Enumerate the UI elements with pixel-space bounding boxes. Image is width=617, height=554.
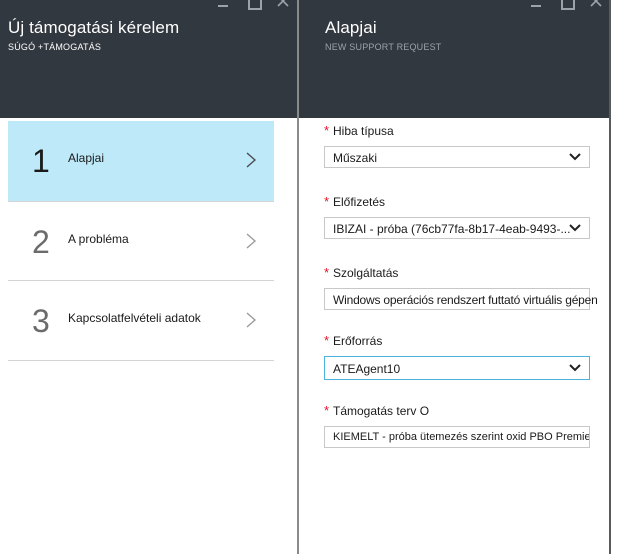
required-star: * xyxy=(324,194,330,209)
subscription-field: * Előfizetés IBIZAI - próba (76cb77fa-8b… xyxy=(324,194,590,239)
step-label: A probléma xyxy=(68,232,129,246)
wizard-steps: 1 Alapjai 2 A probléma 3 Kapcsolatfelvét… xyxy=(8,121,274,361)
service-label: Szolgáltatás xyxy=(333,266,399,280)
maximize-icon[interactable] xyxy=(246,0,262,12)
step-number: 3 xyxy=(32,303,50,339)
minimize-icon[interactable] xyxy=(216,0,230,12)
window-controls xyxy=(529,0,603,12)
window-controls xyxy=(216,0,290,12)
step-contact-info[interactable]: 3 Kapcsolatfelvételi adatok xyxy=(8,281,274,361)
resource-select[interactable]: ATEAgent10 xyxy=(324,356,590,380)
subscription-select[interactable]: IBIZAI - próba (76cb77fa-8b17-4eab-9493-… xyxy=(324,217,590,239)
service-value: Windows operációs rendszert futtató virt… xyxy=(333,293,598,307)
new-support-request-blade: Új támogatási kérelem SÚGÓ +TÁMOGATÁS 1 … xyxy=(0,0,298,554)
required-star: * xyxy=(324,123,330,138)
chevron-right-icon xyxy=(246,233,257,249)
support-plan-label: Támogatás terv O xyxy=(333,404,430,418)
minimize-icon[interactable] xyxy=(529,0,543,12)
support-request-window: Új támogatási kérelem SÚGÓ +TÁMOGATÁS 1 … xyxy=(0,0,617,554)
subscription-label: Előfizetés xyxy=(333,195,386,209)
blade-title: Alapjai xyxy=(325,18,377,37)
field-label: * Támogatás terv O xyxy=(324,403,590,420)
basics-blade: Alapjai NEW SUPPORT REQUEST * Hiba típus… xyxy=(299,0,611,554)
chevron-right-icon xyxy=(246,312,257,328)
problem-type-field: * Hiba típusa Műszaki xyxy=(324,123,590,168)
problem-type-label: Hiba típusa xyxy=(333,124,394,138)
step-number: 1 xyxy=(32,143,50,179)
problem-type-value: Műszaki xyxy=(333,151,378,165)
resource-field: * Erőforrás ATEAgent10 xyxy=(324,333,590,380)
step-basics[interactable]: 1 Alapjai xyxy=(8,121,274,201)
service-field: * Szolgáltatás Windows operációs rendsze… xyxy=(324,265,598,310)
blade-subtitle: SÚGÓ +TÁMOGATÁS xyxy=(8,42,102,52)
maximize-icon[interactable] xyxy=(559,0,575,12)
field-label: * Szolgáltatás xyxy=(324,265,590,282)
subscription-value: IBIZAI - próba (76cb77fa-8b17-4eab-9493-… xyxy=(333,222,571,236)
required-star: * xyxy=(324,403,330,418)
close-icon[interactable] xyxy=(276,0,290,12)
step-label: Alapjai xyxy=(68,151,105,165)
blade-header: Alapjai NEW SUPPORT REQUEST xyxy=(299,0,611,118)
resource-value: ATEAgent10 xyxy=(333,362,401,376)
step-number: 2 xyxy=(32,224,50,260)
close-icon[interactable] xyxy=(589,0,603,12)
problem-type-select[interactable]: Műszaki xyxy=(324,146,590,168)
service-select[interactable]: Windows operációs rendszert futtató virt… xyxy=(324,288,598,310)
chevron-down-icon xyxy=(569,153,581,161)
step-label: Kapcsolatfelvételi adatok xyxy=(68,311,201,325)
window-margin xyxy=(611,0,617,554)
chevron-down-icon xyxy=(569,364,581,372)
field-label: * Előfizetés xyxy=(324,194,590,211)
chevron-down-icon xyxy=(569,224,581,232)
support-plan-select[interactable]: KIEMELT - próba ütemezés szerint oxid PB… xyxy=(324,426,590,448)
resource-label: Erőforrás xyxy=(333,334,383,348)
required-star: * xyxy=(324,333,330,348)
support-plan-value: KIEMELT - próba ütemezés szerint oxid PB… xyxy=(333,431,590,443)
step-problem[interactable]: 2 A probléma xyxy=(8,201,274,281)
chevron-right-icon xyxy=(246,152,257,168)
field-label: * Hiba típusa xyxy=(324,123,590,140)
blade-title: Új támogatási kérelem xyxy=(8,18,180,37)
field-label: * Erőforrás xyxy=(324,333,590,350)
support-plan-field: * Támogatás terv O KIEMELT - próba üteme… xyxy=(324,403,590,448)
blade-header: Új támogatási kérelem SÚGÓ +TÁMOGATÁS xyxy=(0,0,298,118)
blade-subtitle: NEW SUPPORT REQUEST xyxy=(325,42,442,52)
required-star: * xyxy=(324,265,330,280)
